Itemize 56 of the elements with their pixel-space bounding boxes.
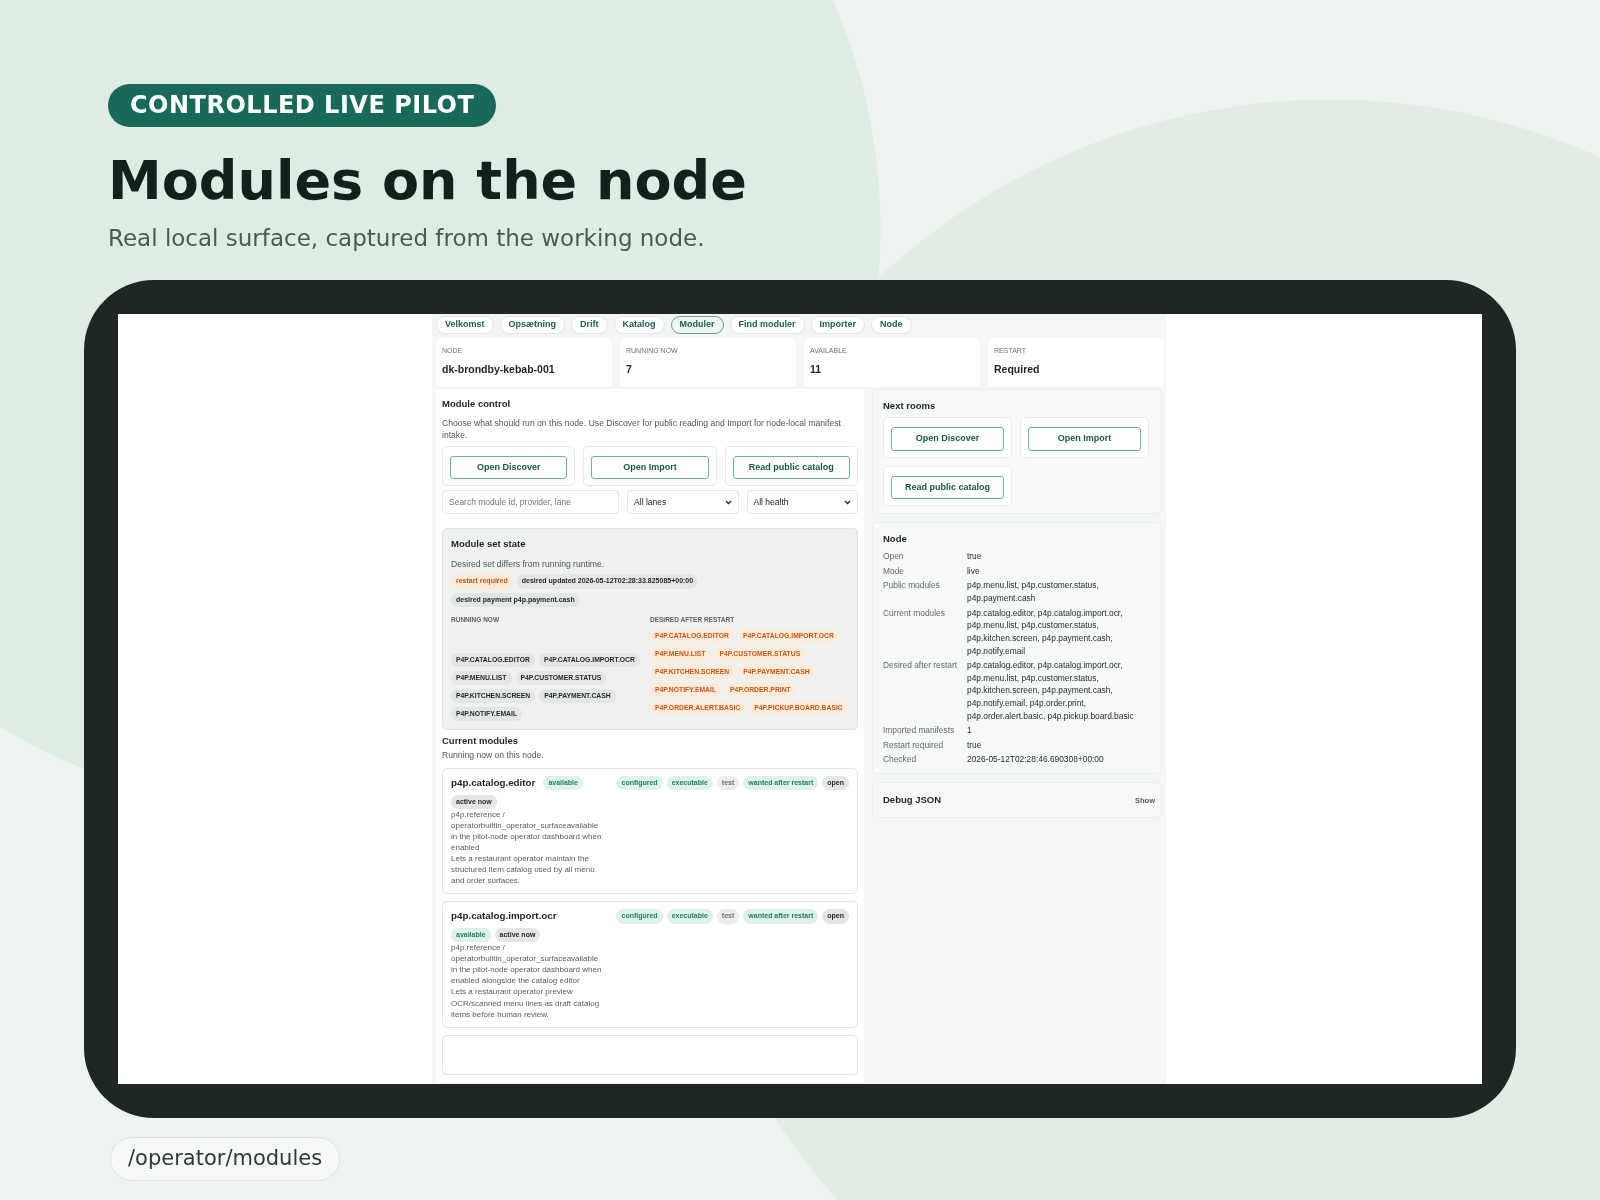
field-label: Desired after restart <box>883 659 958 673</box>
module-id: p4p.catalog.editor <box>451 775 536 790</box>
field-value: live <box>967 564 981 578</box>
section-description: Running now on this node. <box>442 748 545 761</box>
section-title: Debug JSON <box>883 793 942 807</box>
filter-dropdown[interactable]: All lanes <box>627 490 739 515</box>
section-title: Current modules <box>442 734 519 749</box>
route-label: /operator/modules <box>110 1137 341 1181</box>
nav-tab[interactable]: Importer <box>810 316 866 334</box>
field-label: Current modules <box>883 606 946 620</box>
nav-tab[interactable]: Katalog <box>613 316 665 334</box>
field-label: Restart required <box>883 738 945 752</box>
field-value: 1 <box>967 724 973 737</box>
field-label: Checked <box>883 753 918 766</box>
field-label: Public modules <box>883 579 941 593</box>
section-title: Node <box>883 532 908 546</box>
nav-tab[interactable]: Velkomst <box>436 316 494 334</box>
stat-value: Required <box>994 362 1041 377</box>
stat-value: 11 <box>810 362 823 377</box>
stat-value: dk-brondby-kebab-001 <box>442 362 556 377</box>
field-value: 2026-05-12T02:28:46.690308+00:00 <box>967 753 1105 766</box>
chevron-down-icon <box>844 499 851 505</box>
filter-dropdown[interactable]: All health <box>746 490 858 515</box>
page-subtitle: Real local surface, captured from the working node. <box>108 223 706 253</box>
section-title: Module set state <box>451 537 527 552</box>
field-value: p4p.catalog.editor, p4p.catalog.import.ocr, p4p.menu.list, p4p.customer.status, p4p.kitchen.screen, p4p.payment.cash, p4p.notify.email, p4p.order.print, p4p.order.alert.basic, p4p.pickup.board.basic <box>967 659 1135 723</box>
pilot-badge: CONTROLLED LIVE PILOT <box>108 84 497 128</box>
chevron-down-icon <box>724 499 732 505</box>
nav-tab[interactable]: Moduler <box>670 316 724 334</box>
nav-tab[interactable]: Find moduler <box>729 316 805 334</box>
module-description: Lets a restaurant operator preview OCR/scanned menu lines as draft catalog items before human review. <box>451 986 601 1020</box>
module-id: p4p.catalog.import.ocr <box>451 909 557 924</box>
state-message: Desired set differs from running runtime. <box>451 557 606 571</box>
section-description: Choose what should run on this node. Use Discover for public reading and Import for node-local manifest intake. <box>442 417 842 442</box>
section-title: Module control <box>442 396 512 411</box>
action-button[interactable]: Open Discover <box>450 455 568 480</box>
module-description: p4p.reference / operatorbuiltin_operator_surfaceavailable in the pilot-node operator dashboard when enabled alongside the catalog editor <box>451 942 603 987</box>
search-field[interactable]: Search module id, provider, lane <box>442 490 620 515</box>
field-value: true <box>967 738 983 752</box>
action-button[interactable]: Open Import <box>1028 427 1141 451</box>
stat-value: 7 <box>626 362 633 377</box>
field-label: Mode <box>883 564 905 578</box>
action-button[interactable]: Read public catalog <box>732 455 850 480</box>
action-button[interactable]: Open Discover <box>891 427 1004 451</box>
nav-tab[interactable]: Drift <box>571 316 608 334</box>
page-title: Modules on the node <box>108 151 748 211</box>
action-button[interactable]: Open Import <box>591 455 709 480</box>
field-value: true <box>967 550 983 563</box>
field-label: Imported manifests <box>883 724 956 737</box>
section-title: Next rooms <box>883 398 937 413</box>
field-label: Open <box>883 550 905 563</box>
module-description: Lets a restaurant operator maintain the structured item catalog used by all menu and order surfaces. <box>451 853 596 887</box>
action-button[interactable]: Read public catalog <box>891 475 1004 499</box>
nav-tab[interactable]: Node <box>871 316 912 334</box>
module-description: p4p.reference / operatorbuiltin_operator_surfaceavailable in the pilot-node operator dashboard when enabled <box>451 809 603 854</box>
nav-tab[interactable]: Opsætning <box>499 316 566 334</box>
